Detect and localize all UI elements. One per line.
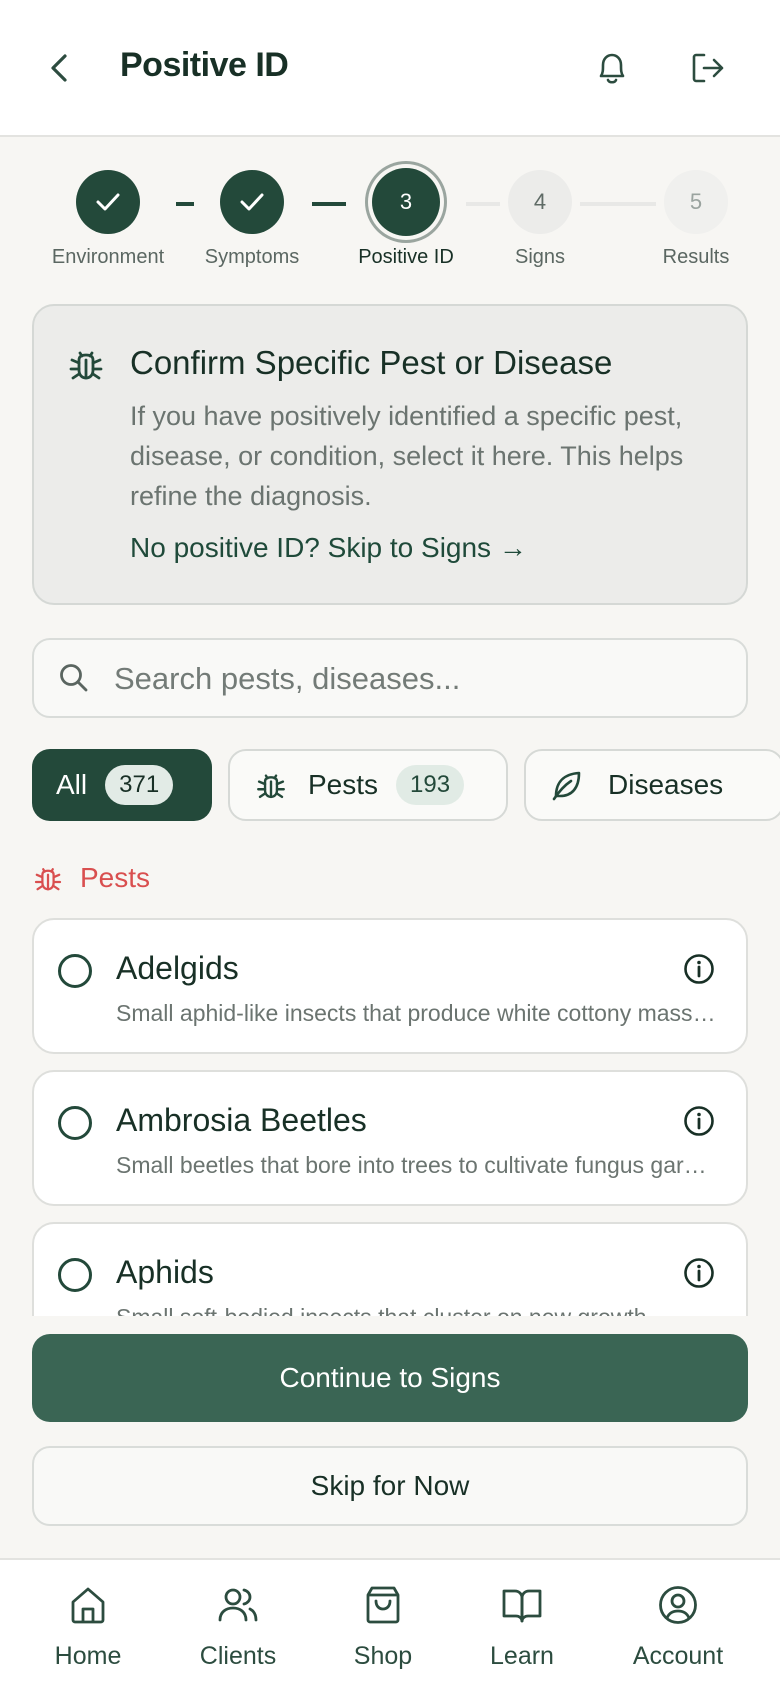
- home-icon: [71, 1587, 105, 1624]
- info-button[interactable]: [682, 1256, 716, 1295]
- info-button[interactable]: [682, 952, 716, 991]
- radio-button[interactable]: [58, 1106, 92, 1140]
- nav-label: Clients: [199, 1642, 277, 1670]
- check-icon: [96, 193, 120, 211]
- filter-diseases[interactable]: Diseases: [524, 749, 780, 821]
- step-signs[interactable]: 4 Signs: [470, 170, 610, 269]
- nav-label: Shop: [353, 1642, 413, 1670]
- step-number: 5: [664, 170, 728, 234]
- step-label: Symptoms: [204, 246, 300, 268]
- nav-label: Account: [632, 1642, 724, 1670]
- list-item[interactable]: Ambrosia Beetles Small beetles that bore…: [32, 1070, 748, 1206]
- filter-label: Pests: [308, 769, 379, 800]
- filter-tabs: All 371 Pests 193 Diseases: [0, 749, 780, 823]
- logout-icon: [692, 53, 724, 83]
- bug-icon: [34, 868, 62, 891]
- step-label: Results: [662, 246, 730, 268]
- search-input[interactable]: [114, 656, 714, 702]
- info-card: Confirm Specific Pest or Disease If you …: [32, 304, 748, 605]
- nav-label: Home: [54, 1642, 122, 1670]
- nav-home[interactable]: Home: [13, 1584, 163, 1671]
- progress-stepper: Environment Symptoms 3 Positive ID 4 Sig…: [0, 160, 780, 280]
- chevron-left-icon: [51, 54, 67, 82]
- item-name: Ambrosia Beetles: [116, 1102, 367, 1138]
- back-button[interactable]: [40, 48, 80, 88]
- filter-count: 193: [396, 765, 465, 805]
- check-icon: [240, 193, 264, 211]
- step-positive-id[interactable]: 3 Positive ID: [336, 168, 476, 269]
- leaf-icon: [552, 771, 581, 801]
- logout-button[interactable]: [686, 46, 730, 90]
- bug-icon: [257, 774, 285, 799]
- step-complete-circle: [220, 170, 284, 234]
- item-name: Aphids: [116, 1254, 214, 1290]
- book-open-icon: [502, 1589, 542, 1623]
- nav-label: Learn: [490, 1642, 554, 1670]
- step-symptoms[interactable]: Symptoms: [182, 170, 322, 269]
- filter-pests[interactable]: Pests 193: [228, 749, 508, 821]
- filter-all[interactable]: All 371: [32, 749, 212, 821]
- step-label: Signs: [514, 246, 566, 268]
- info-icon: [684, 1258, 714, 1288]
- skip-to-signs-link[interactable]: No positive ID? Skip to Signs →: [130, 532, 527, 564]
- nav-learn[interactable]: Learn: [447, 1584, 597, 1671]
- page-title: Positive ID: [120, 46, 289, 84]
- notifications-button[interactable]: [590, 46, 634, 90]
- filter-label: All: [56, 769, 88, 800]
- filter-label: Diseases: [608, 769, 724, 800]
- step-environment[interactable]: Environment: [38, 170, 178, 269]
- item-description: Small aphid-like insects that produce wh…: [116, 1000, 716, 1026]
- radio-button[interactable]: [58, 954, 92, 988]
- item-description: Small soft-bodied insects that cluster o…: [116, 1304, 716, 1316]
- radio-button[interactable]: [58, 1258, 92, 1292]
- filter-count: 371: [105, 765, 174, 805]
- step-results[interactable]: 5 Results: [626, 170, 766, 269]
- info-icon: [684, 954, 714, 984]
- item-name: Adelgids: [116, 950, 239, 986]
- section-title: Pests: [80, 862, 151, 893]
- continue-button[interactable]: Continue to Signs: [32, 1334, 748, 1422]
- search-icon: [60, 664, 88, 692]
- step-number: 3: [372, 168, 440, 236]
- user-circle-icon: [659, 1586, 697, 1624]
- app-header: Positive ID: [0, 0, 780, 137]
- bug-icon: [69, 351, 103, 380]
- list-item[interactable]: Adelgids Small aphid-like insects that p…: [32, 918, 748, 1054]
- info-icon: [684, 1106, 714, 1136]
- nav-clients[interactable]: Clients: [163, 1584, 313, 1671]
- users-icon: [218, 1588, 258, 1622]
- bell-icon: [599, 53, 625, 84]
- skip-button[interactable]: Skip for Now: [32, 1446, 748, 1526]
- search-box: [32, 638, 748, 718]
- list-item[interactable]: Aphids Small soft-bodied insects that cl…: [32, 1222, 748, 1316]
- step-complete-circle: [76, 170, 140, 234]
- step-number: 4: [508, 170, 572, 234]
- info-button[interactable]: [682, 1104, 716, 1143]
- info-card-text: If you have positively identified a spec…: [130, 401, 684, 511]
- item-description: Small beetles that bore into trees to cu…: [116, 1152, 716, 1178]
- pest-list: Adelgids Small aphid-like insects that p…: [0, 916, 780, 1316]
- section-header-pests: Pests: [32, 862, 150, 894]
- shopping-bag-icon: [366, 1586, 400, 1624]
- step-label: Positive ID: [358, 246, 454, 268]
- info-card-title: Confirm Specific Pest or Disease: [130, 344, 613, 381]
- step-label: Environment: [51, 246, 165, 268]
- nav-shop[interactable]: Shop: [308, 1584, 458, 1671]
- nav-account[interactable]: Account: [603, 1584, 753, 1671]
- bottom-nav: Home Clients Shop Learn Account: [0, 1558, 780, 1688]
